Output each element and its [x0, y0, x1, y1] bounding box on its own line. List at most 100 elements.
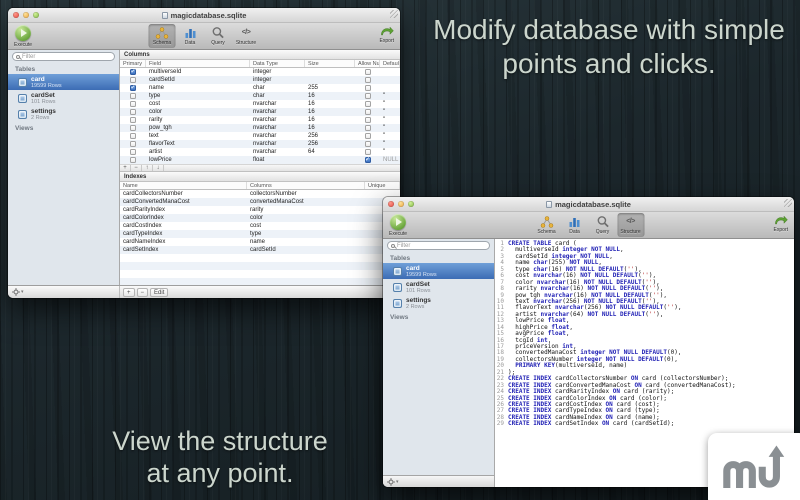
column-row[interactable]: typechar16'': [120, 92, 400, 100]
index-row[interactable]: cardCollectorsNumbercollectorsNumber: [120, 190, 400, 198]
structure-icon: </>: [626, 215, 635, 228]
index-row[interactable]: cardCostIndexcost: [120, 222, 400, 230]
column-row[interactable]: cardSetIdinteger: [120, 76, 400, 84]
tab-query[interactable]: Query: [589, 213, 616, 237]
column-row[interactable]: raritynvarchar16'': [120, 116, 400, 124]
tab-data[interactable]: Data: [561, 213, 588, 237]
sidebar-item-cardSet[interactable]: cardSet101 Rows: [8, 90, 119, 106]
titlebar[interactable]: magicdatabase.sqlite: [8, 8, 400, 23]
primary-checkbox[interactable]: ✓: [130, 69, 136, 75]
allow-null-checkbox[interactable]: [365, 77, 371, 83]
column-row[interactable]: textnvarchar256'': [120, 132, 400, 140]
sidebar-item-settings[interactable]: settings2 Rows: [8, 106, 119, 122]
tab-data[interactable]: Data: [177, 24, 204, 48]
column-row[interactable]: pow_tghnvarchar16'': [120, 124, 400, 132]
index-row[interactable]: cardNameIndexname: [120, 238, 400, 246]
column-row[interactable]: colornvarchar16'': [120, 108, 400, 116]
allownull-cell: [355, 109, 380, 115]
index-row[interactable]: cardRarityIndexrarity: [120, 206, 400, 214]
size-cell: 16: [305, 100, 355, 108]
add-column-button[interactable]: +: [120, 165, 131, 171]
move-up-button[interactable]: ↑: [142, 165, 153, 171]
sidebar-item-card[interactable]: card19599 Rows: [8, 74, 119, 90]
indexes-table: cardCollectorsNumbercollectorsNumbercard…: [120, 190, 400, 254]
primary-checkbox[interactable]: [130, 125, 136, 131]
index-header: Columns: [247, 182, 365, 189]
sql-token: (64): [569, 312, 587, 318]
move-down-button[interactable]: ↓: [153, 165, 164, 171]
action-menu-button[interactable]: ▾: [383, 475, 494, 487]
tab-structure[interactable]: </>Structure: [617, 213, 644, 237]
primary-cell: ✓: [120, 69, 146, 75]
column-row[interactable]: costnvarchar16'': [120, 100, 400, 108]
primary-checkbox[interactable]: [130, 157, 136, 163]
filter-field[interactable]: Filter: [383, 239, 494, 252]
remove-column-button[interactable]: −: [131, 165, 142, 171]
tab-query[interactable]: Query: [205, 24, 232, 48]
primary-checkbox[interactable]: [130, 93, 136, 99]
field-cell: pow_tgh: [146, 124, 250, 132]
table-icon: [18, 110, 27, 119]
sidebar-item-card[interactable]: card19599 Rows: [383, 263, 494, 279]
allow-null-checkbox[interactable]: [365, 101, 371, 107]
sidebar: Filter Tables card19599 RowscardSet101 R…: [8, 50, 120, 285]
index-row[interactable]: cardTypeIndextype: [120, 230, 400, 238]
primary-checkbox[interactable]: ✓: [130, 85, 136, 91]
sidebar-item-cardSet[interactable]: cardSet101 Rows: [383, 279, 494, 295]
primary-checkbox[interactable]: [130, 77, 136, 83]
tab-schema[interactable]: Schema: [149, 24, 176, 48]
resize-grip[interactable]: [784, 199, 792, 207]
allow-null-checkbox[interactable]: [365, 117, 371, 123]
allow-null-checkbox[interactable]: ✓: [365, 157, 371, 163]
action-menu-button[interactable]: ▾: [8, 286, 120, 298]
allow-null-checkbox[interactable]: [365, 69, 371, 75]
column-row[interactable]: lowPricefloat✓NULL: [120, 156, 400, 164]
size-cell: 16: [305, 92, 355, 100]
execute-button[interactable]: Execute: [14, 25, 32, 48]
column-row[interactable]: artistnvarchar64'': [120, 148, 400, 156]
resize-grip[interactable]: [390, 10, 398, 18]
column-row[interactable]: ✓namechar255: [120, 84, 400, 92]
column-header: Data Type: [250, 60, 305, 67]
allow-null-checkbox[interactable]: [365, 141, 371, 147]
tab-structure[interactable]: </>Structure: [233, 24, 260, 48]
export-button[interactable]: Export: [774, 214, 788, 233]
sql-token: cardSetIndex: [551, 421, 602, 427]
column-row[interactable]: ✓multiverseIdinteger: [120, 68, 400, 76]
primary-checkbox[interactable]: [130, 133, 136, 139]
allow-null-checkbox[interactable]: [365, 125, 371, 131]
field-cell: artist: [146, 148, 250, 156]
allow-null-checkbox[interactable]: [365, 133, 371, 139]
primary-checkbox[interactable]: [130, 149, 136, 155]
primary-checkbox[interactable]: [130, 141, 136, 147]
execute-button[interactable]: Execute: [389, 214, 407, 237]
columns-table: ✓multiverseIdintegercardSetIdinteger✓nam…: [120, 68, 400, 164]
table-name: cardSet: [31, 92, 55, 99]
tab-schema[interactable]: Schema: [533, 213, 560, 237]
titlebar[interactable]: magicdatabase.sqlite: [383, 197, 794, 212]
sidebar-item-settings[interactable]: settings2 Rows: [383, 295, 494, 311]
index-row[interactable]: cardConvertedManaCostconvertedManaCost: [120, 198, 400, 206]
index-columns-cell: type: [247, 230, 365, 238]
allow-null-checkbox[interactable]: [365, 93, 371, 99]
allow-null-checkbox[interactable]: [365, 85, 371, 91]
filter-field[interactable]: Filter: [8, 50, 119, 63]
index-row[interactable]: cardColorIndexcolor: [120, 214, 400, 222]
window-title: magicdatabase.sqlite: [383, 200, 794, 209]
allow-null-checkbox[interactable]: [365, 149, 371, 155]
primary-checkbox[interactable]: [130, 117, 136, 123]
export-button[interactable]: Export: [380, 25, 394, 44]
column-row[interactable]: flavorTextnvarchar256'': [120, 140, 400, 148]
allow-null-checkbox[interactable]: [365, 109, 371, 115]
sidebar-item-text: card19599 Rows: [31, 76, 62, 89]
primary-checkbox[interactable]: [130, 109, 136, 115]
add-row-button[interactable]: +: [123, 288, 135, 297]
primary-checkbox[interactable]: [130, 101, 136, 107]
table-icon: [393, 267, 402, 276]
table-row-count: 19599 Rows: [31, 83, 62, 89]
index-row[interactable]: cardSetIndexcardSetId: [120, 246, 400, 254]
edit-button[interactable]: Edit: [150, 288, 168, 297]
size-cell: 255: [305, 84, 355, 92]
table-icon: [18, 94, 27, 103]
remove-row-button[interactable]: −: [137, 288, 149, 297]
